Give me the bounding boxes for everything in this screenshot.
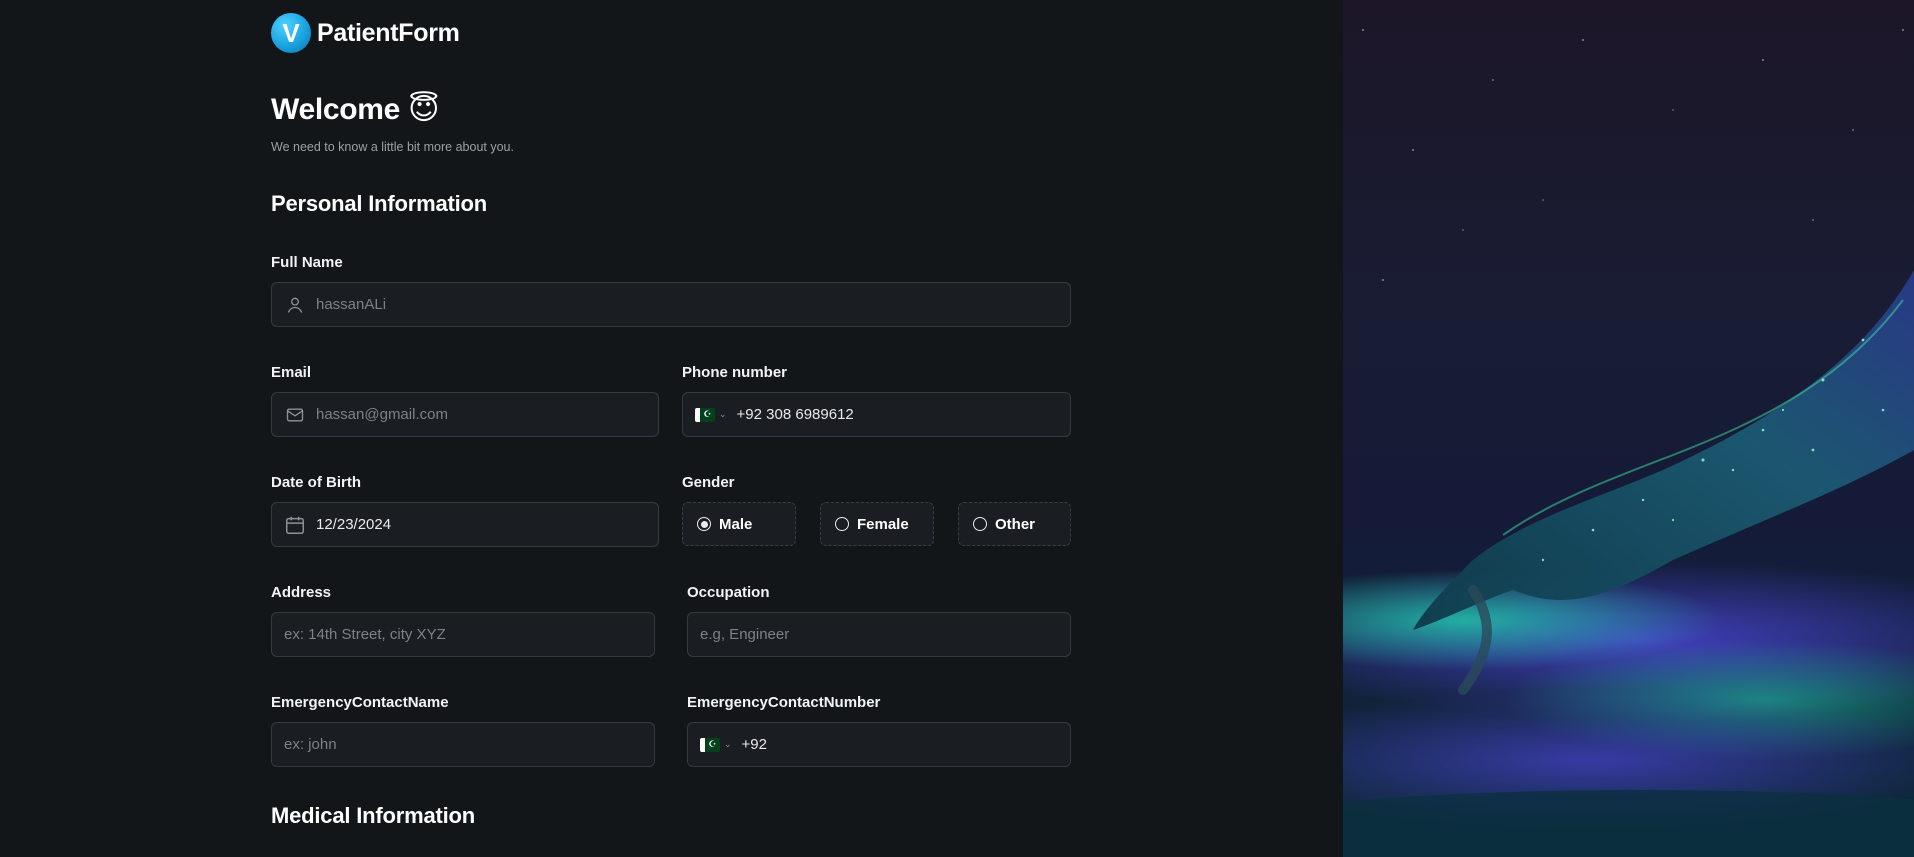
brand-name: PatientForm: [317, 18, 460, 47]
aurora-hero-image: [1343, 0, 1914, 857]
gender-option-male[interactable]: Male: [682, 502, 796, 546]
full-name-value: hassanALi: [316, 296, 387, 313]
full-name-label: Full Name: [271, 254, 343, 271]
emergency-number-field[interactable]: ☪ ⌄ +92: [687, 722, 1071, 767]
gender-option-label: Other: [995, 515, 1036, 533]
radio-checked-icon[interactable]: [697, 517, 711, 531]
section-title-medical: Medical Information: [271, 803, 475, 828]
email-field[interactable]: hassan@gmail.com: [271, 392, 659, 437]
section-title-personal: Personal Information: [271, 191, 488, 216]
pakistan-flag-icon[interactable]: ☪: [700, 737, 720, 752]
dob-label: Date of Birth: [271, 474, 361, 491]
page-subtitle: We need to know a little bit more about …: [271, 140, 514, 154]
dob-field[interactable]: 12/23/2024: [271, 502, 659, 547]
emergency-name-field[interactable]: ex: john: [271, 722, 655, 767]
user-icon: [284, 294, 306, 316]
chevron-down-icon[interactable]: ⌄: [719, 409, 727, 420]
page-title: Welcome 😇: [271, 93, 440, 126]
occupation-placeholder: e.g, Engineer: [700, 626, 790, 643]
aurora-illustration: [1343, 29, 1914, 857]
emergency-number-value: +92: [741, 736, 767, 753]
email-value: hassan@gmail.com: [316, 406, 448, 423]
phone-value: +92 308 6989612: [736, 406, 854, 423]
calendar-icon: [284, 514, 306, 536]
gender-option-label: Female: [857, 515, 909, 533]
phone-field[interactable]: ☪ ⌄ +92 308 6989612: [682, 392, 1071, 437]
phone-label: Phone number: [682, 364, 788, 381]
full-name-field[interactable]: hassanALi: [271, 282, 1071, 327]
address-placeholder: ex: 14th Street, city XYZ: [284, 626, 446, 643]
pakistan-flag-icon[interactable]: ☪: [695, 407, 715, 422]
chevron-down-icon[interactable]: ⌄: [724, 739, 732, 750]
dob-value: 12/23/2024: [316, 516, 392, 533]
gender-label: Gender: [682, 474, 735, 491]
gender-option-label: Male: [719, 515, 753, 533]
logo-icon: V: [271, 13, 311, 53]
email-label: Email: [271, 364, 312, 381]
emergency-name-label: EmergencyContactName: [271, 694, 449, 711]
address-field[interactable]: ex: 14th Street, city XYZ: [271, 612, 655, 657]
address-label: Address: [271, 584, 332, 601]
radio-unchecked-icon[interactable]: [973, 517, 987, 531]
gender-option-other[interactable]: Other: [958, 502, 1071, 546]
radio-unchecked-icon[interactable]: [835, 517, 849, 531]
gender-option-female[interactable]: Female: [820, 502, 934, 546]
occupation-label: Occupation: [687, 584, 770, 601]
mail-icon: [284, 404, 306, 426]
emergency-name-placeholder: ex: john: [284, 736, 337, 753]
emergency-number-label: EmergencyContactNumber: [687, 694, 881, 711]
brand-logo[interactable]: V PatientForm: [271, 13, 460, 53]
form-pane: V PatientForm Welcome 😇 We need to know …: [0, 0, 1343, 857]
occupation-field[interactable]: e.g, Engineer: [687, 612, 1071, 657]
